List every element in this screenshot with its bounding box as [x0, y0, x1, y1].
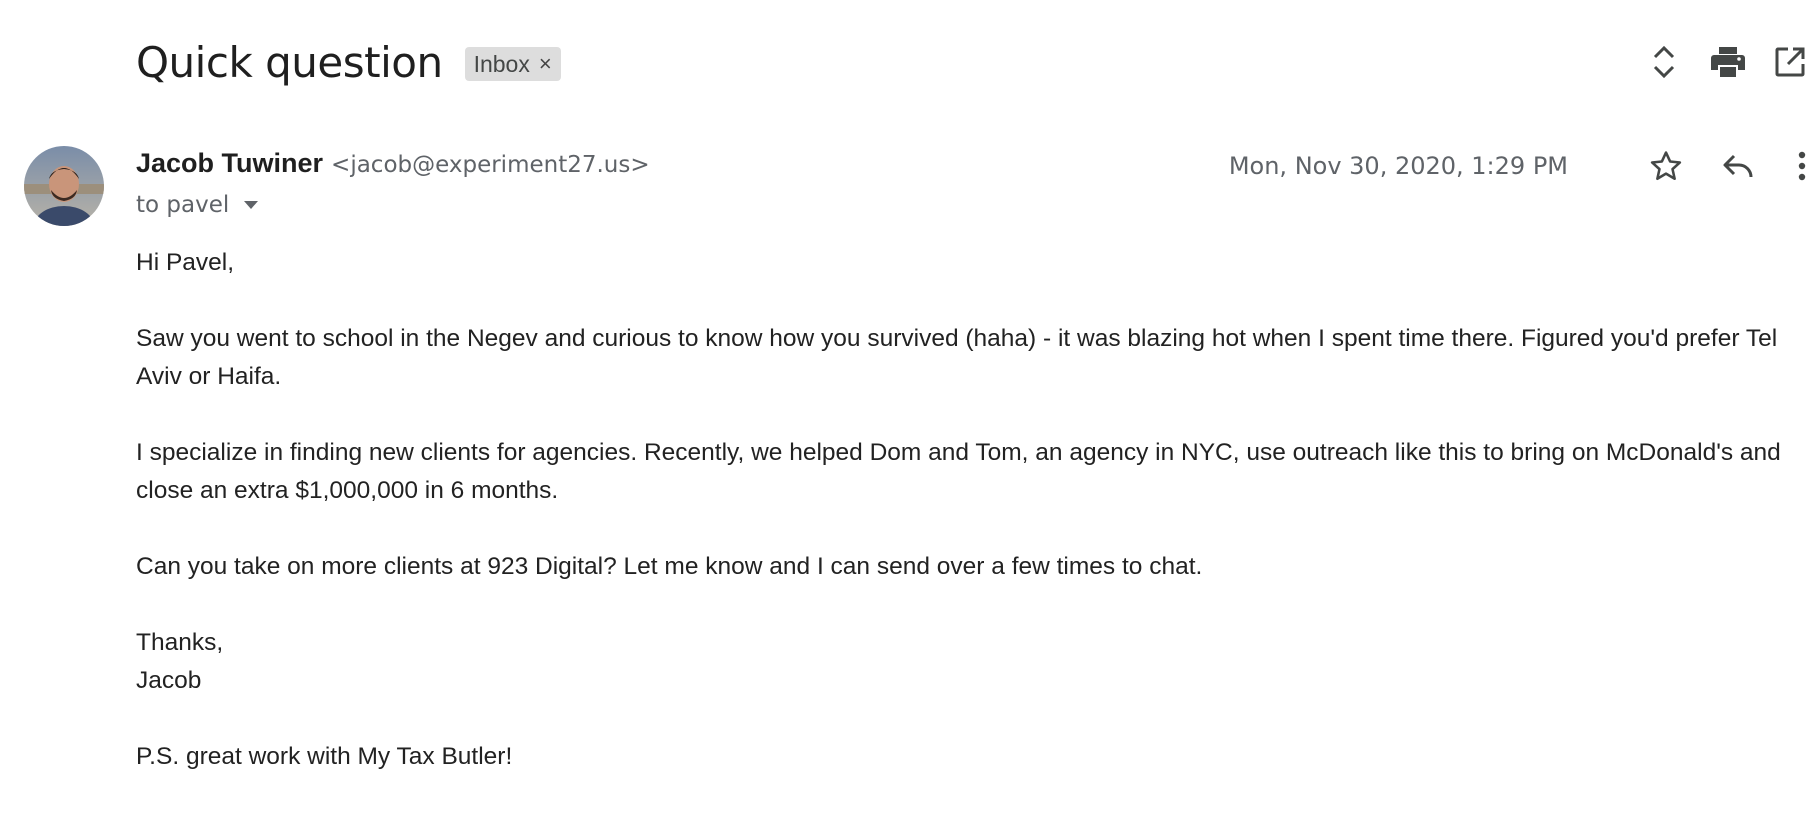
caret-down-icon[interactable]: [243, 200, 259, 210]
label-text: Inbox: [473, 50, 530, 77]
print-icon[interactable]: [1706, 40, 1750, 84]
message-body: Hi Pavel, Saw you went to school in the …: [136, 244, 1796, 814]
recipient-text: to pavel: [136, 192, 230, 218]
subject-row: Quick question Inbox ×: [136, 30, 561, 94]
thread-toolbar: [1642, 40, 1816, 84]
message-date: Mon, Nov 30, 2020, 1:29 PM: [1228, 152, 1568, 180]
body-paragraph-1: Saw you went to school in the Negev and …: [136, 325, 1778, 390]
recipient-row: to pavel: [136, 192, 259, 218]
body-paragraph-3: Can you take on more clients at 923 Digi…: [136, 553, 1203, 580]
inbox-label-chip[interactable]: Inbox ×: [464, 47, 561, 81]
sender-row: Jacob Tuwiner <jacob@experiment27.us>: [136, 148, 650, 179]
message-actions: [1644, 144, 1816, 188]
body-paragraph-2: I specialize in finding new clients for …: [136, 439, 1781, 504]
sender-name[interactable]: Jacob Tuwiner: [136, 148, 323, 179]
body-greeting: Hi Pavel,: [136, 249, 235, 276]
body-signoff: Thanks,: [136, 629, 224, 656]
star-icon[interactable]: [1644, 144, 1688, 188]
email-subject: Quick question: [136, 37, 443, 87]
more-vertical-icon[interactable]: [1788, 144, 1816, 188]
reply-icon[interactable]: [1716, 144, 1760, 188]
open-in-new-window-icon[interactable]: [1768, 40, 1812, 84]
remove-label-icon[interactable]: ×: [539, 53, 552, 75]
body-signature: Jacob: [136, 667, 202, 694]
sender-email: <jacob@experiment27.us>: [331, 152, 650, 178]
expand-collapse-icon[interactable]: [1642, 40, 1686, 84]
body-postscript: P.S. great work with My Tax Butler!: [136, 743, 513, 770]
sender-avatar[interactable]: [24, 146, 104, 226]
